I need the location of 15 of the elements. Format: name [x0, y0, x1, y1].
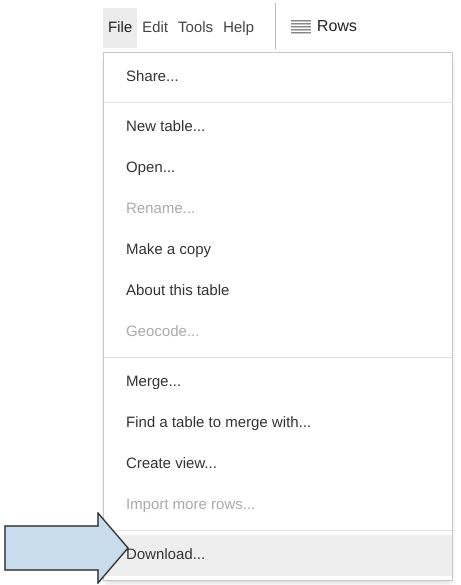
menu-bar-item[interactable]: File: [103, 8, 138, 48]
menu-item[interactable]: Download...: [104, 535, 452, 576]
menu-bar-item[interactable]: Help: [218, 8, 259, 48]
lines-icon: [290, 19, 311, 35]
menu-item[interactable]: New table...: [104, 107, 452, 148]
menu-item[interactable]: Share...: [104, 57, 452, 98]
menu-item[interactable]: Merge...: [104, 362, 452, 403]
menu-item[interactable]: Open...: [104, 148, 452, 189]
menu-bar-item[interactable]: Edit: [137, 8, 174, 48]
menu-item[interactable]: About this table: [104, 271, 452, 312]
rows-button[interactable]: Rows: [290, 15, 357, 39]
menu-item[interactable]: Find a table to merge with...: [104, 403, 452, 444]
menu-item[interactable]: Create view...: [104, 444, 452, 485]
menu-item[interactable]: Make a copy: [104, 230, 452, 271]
menu-bar-item[interactable]: Tools: [173, 8, 218, 48]
